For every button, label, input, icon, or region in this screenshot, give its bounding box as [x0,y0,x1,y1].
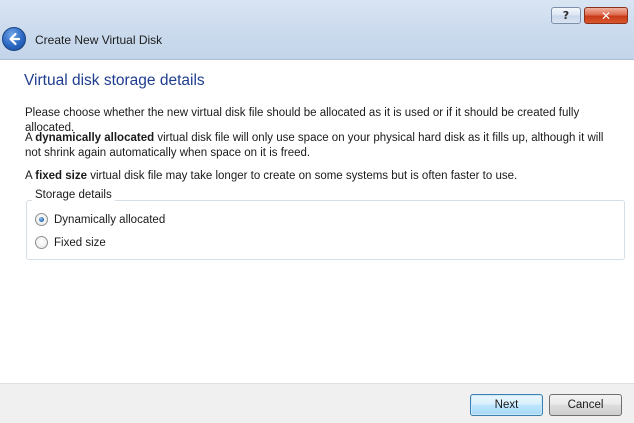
cancel-button[interactable]: Cancel [549,394,622,416]
fixed-rest-text: virtual disk file may take longer to cre… [87,170,518,182]
radio-button-icon[interactable] [35,236,48,249]
close-button[interactable]: ✕ [584,7,628,24]
storage-details-group [26,200,625,260]
title-bar: ? ✕ Create New Virtual Disk [0,0,634,60]
window-title: Create New Virtual Disk [35,33,163,47]
storage-details-legend: Storage details [32,189,115,201]
radio-label: Fixed size [54,236,106,249]
dynamic-prefix: A [25,132,36,144]
fixed-prefix: A [25,170,36,182]
back-button[interactable] [2,27,26,51]
fixed-description: A fixed size virtual disk file may take … [25,169,615,184]
radio-label: Dynamically allocated [54,213,166,226]
fixed-bold-text: fixed size [35,170,88,182]
radio-fixed-size[interactable]: Fixed size [35,236,106,249]
dynamic-bold-text: dynamically allocated [35,132,155,144]
dynamic-description: A dynamically allocated virtual disk fil… [25,131,615,161]
radio-dynamically-allocated[interactable]: Dynamically allocated [35,213,165,226]
page-heading: Virtual disk storage details [24,72,205,89]
help-button[interactable]: ? [551,7,581,24]
caption-buttons: ? ✕ [551,7,628,24]
back-arrow-icon [9,32,21,46]
next-button[interactable]: Next [470,394,543,416]
radio-button-icon[interactable] [35,213,48,226]
